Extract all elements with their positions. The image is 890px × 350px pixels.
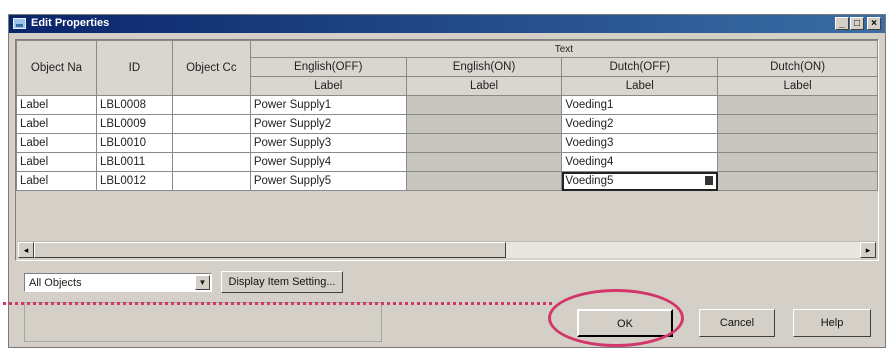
cancel-button[interactable]: Cancel <box>699 309 775 337</box>
header-id[interactable]: ID <box>95 40 173 96</box>
table-row: Label LBL0012 Power Supply5 Voeding5 <box>16 171 878 191</box>
header-dutch-off[interactable]: Dutch(OFF) <box>561 57 719 77</box>
maximize-button[interactable]: □ <box>850 17 864 30</box>
cell-dutch-on[interactable] <box>717 95 878 115</box>
cell-english-on[interactable] <box>405 114 563 134</box>
cell-id[interactable]: LBL0012 <box>95 171 173 191</box>
table-row: Label LBL0011 Power Supply4 Voeding4 <box>16 152 878 172</box>
window-title: Edit Properties <box>31 17 110 29</box>
cell-english-on[interactable] <box>405 95 563 115</box>
cell-dutch-on[interactable] <box>717 133 878 153</box>
cell-english-on[interactable] <box>405 171 563 191</box>
ok-highlight-circle <box>548 289 684 347</box>
header-text-group: Text <box>249 40 879 58</box>
cell-object-type[interactable]: Label <box>16 152 97 172</box>
object-filter-value: All Objects <box>29 277 82 289</box>
table-row: Label LBL0008 Power Supply1 Voeding1 <box>16 95 878 115</box>
edit-properties-dialog: Edit Properties _ □ × Object Na ID Objec… <box>8 14 886 348</box>
cell-english-off[interactable]: Power Supply1 <box>249 95 407 115</box>
cell-comment[interactable] <box>171 95 251 115</box>
edit-cell-icon[interactable] <box>705 176 714 185</box>
table-row: Label LBL0010 Power Supply3 Voeding3 <box>16 133 878 153</box>
help-button[interactable]: Help <box>793 309 871 337</box>
cell-english-off[interactable]: Power Supply2 <box>249 114 407 134</box>
cell-dutch-on[interactable] <box>717 114 878 134</box>
cell-english-off[interactable]: Power Supply5 <box>249 171 407 191</box>
cell-id[interactable]: LBL0010 <box>95 133 173 153</box>
cell-comment[interactable] <box>171 171 251 191</box>
subheader-label: Label <box>717 76 878 96</box>
cell-dutch-on[interactable] <box>717 171 878 191</box>
options-groupbox <box>24 302 382 342</box>
cell-dutch-off-editing[interactable]: Voeding5 <box>561 171 719 191</box>
title-bar: Edit Properties _ □ × <box>9 15 885 33</box>
cell-object-type[interactable]: Label <box>16 95 97 115</box>
display-item-setting-button[interactable]: Display Item Setting... <box>221 271 343 293</box>
callout-dotted-line <box>0 302 552 305</box>
cell-id[interactable]: LBL0011 <box>95 152 173 172</box>
app-icon <box>13 18 26 29</box>
scroll-right-icon[interactable]: ▸ <box>860 242 876 258</box>
header-object-name[interactable]: Object Na <box>16 40 97 96</box>
cell-object-type[interactable]: Label <box>16 171 97 191</box>
cell-english-on[interactable] <box>405 133 563 153</box>
cell-dutch-off[interactable]: Voeding4 <box>561 152 719 172</box>
cell-english-off[interactable]: Power Supply4 <box>249 152 407 172</box>
cell-comment[interactable] <box>171 133 251 153</box>
cell-id[interactable]: LBL0008 <box>95 95 173 115</box>
cell-comment[interactable] <box>171 114 251 134</box>
cell-edit-text[interactable]: Voeding5 <box>565 175 613 187</box>
header-english-off[interactable]: English(OFF) <box>249 57 407 77</box>
object-filter-select[interactable]: All Objects ▼ <box>24 273 212 292</box>
cell-dutch-off[interactable]: Voeding1 <box>561 95 719 115</box>
header-object-comment[interactable]: Object Cc <box>171 40 251 96</box>
cell-dutch-off[interactable]: Voeding2 <box>561 114 719 134</box>
scroll-left-icon[interactable]: ◂ <box>18 242 34 258</box>
cell-object-type[interactable]: Label <box>16 133 97 153</box>
properties-grid: Object Na ID Object Cc Text English(OFF)… <box>15 39 879 261</box>
minimize-button[interactable]: _ <box>835 17 849 30</box>
chevron-down-icon[interactable]: ▼ <box>195 275 210 290</box>
cell-id[interactable]: LBL0009 <box>95 114 173 134</box>
subheader-label: Label <box>249 76 407 96</box>
cell-object-type[interactable]: Label <box>16 114 97 134</box>
subheader-label: Label <box>405 76 563 96</box>
cell-dutch-off[interactable]: Voeding3 <box>561 133 719 153</box>
cell-english-off[interactable]: Power Supply3 <box>249 133 407 153</box>
header-dutch-on[interactable]: Dutch(ON) <box>717 57 878 77</box>
close-button[interactable]: × <box>867 17 881 30</box>
header-english-on[interactable]: English(ON) <box>405 57 563 77</box>
horizontal-scrollbar[interactable]: ◂ ▸ <box>18 241 876 258</box>
cell-comment[interactable] <box>171 152 251 172</box>
table-row: Label LBL0009 Power Supply2 Voeding2 <box>16 114 878 134</box>
subheader-label: Label <box>561 76 719 96</box>
scroll-thumb[interactable] <box>34 242 506 258</box>
properties-table: Object Na ID Object Cc Text English(OFF)… <box>16 40 879 191</box>
cell-dutch-on[interactable] <box>717 152 878 172</box>
cell-english-on[interactable] <box>405 152 563 172</box>
